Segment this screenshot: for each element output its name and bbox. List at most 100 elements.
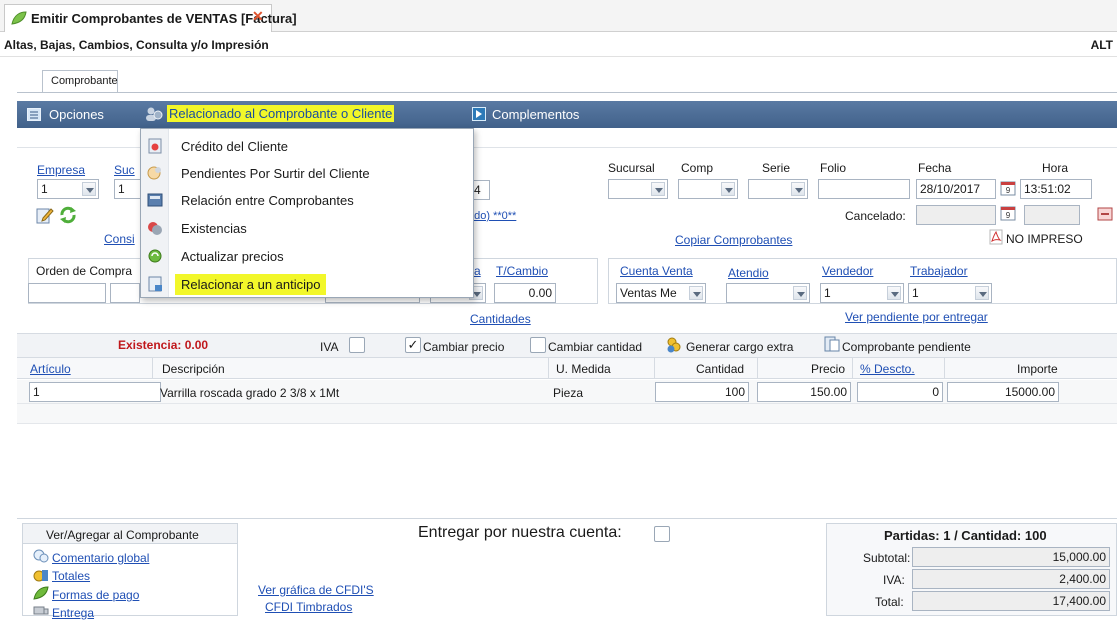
menu-item-anticipo[interactable]: Relacionar a un anticipo: [141, 271, 473, 297]
menu-item-existencias[interactable]: Existencias: [141, 215, 473, 241]
serie-select[interactable]: [748, 179, 808, 199]
chevron-down-icon[interactable]: [721, 182, 735, 196]
chevron-down-icon[interactable]: [651, 182, 665, 196]
chevron-down-icon[interactable]: [791, 182, 805, 196]
chevron-down-icon[interactable]: [887, 286, 901, 300]
cfdi-timbrados-link[interactable]: CFDI Timbrados: [265, 600, 352, 614]
row-descuento[interactable]: 0: [857, 382, 943, 402]
complementos-menu[interactable]: Complementos: [492, 107, 579, 122]
sucursal-short-value: 1: [118, 182, 125, 196]
sucursal-short-label[interactable]: Suc: [114, 163, 135, 177]
orden-input-1[interactable]: [28, 283, 106, 303]
col-articulo[interactable]: Artículo: [30, 362, 71, 376]
row-cantidad[interactable]: 100: [655, 382, 749, 402]
cancelado-label: Cancelado:: [845, 209, 906, 223]
iva-total-label: IVA:: [883, 573, 905, 587]
menu-item-credito[interactable]: Crédito del Cliente: [141, 133, 473, 159]
menu-item-pendientes[interactable]: Pendientes Por Surtir del Cliente: [141, 160, 473, 186]
formas-pago-link[interactable]: Formas de pago: [52, 588, 139, 602]
delivery-icon: [33, 606, 49, 615]
row-cantidad-value: 100: [724, 385, 745, 399]
generar-cargo-link[interactable]: Generar cargo extra: [686, 340, 793, 354]
calendar-icon[interactable]: 9: [1000, 205, 1016, 221]
window-tab[interactable]: Emitir Comprobantes de VENTAS [Factura] …: [4, 4, 297, 32]
a-label[interactable]: a: [474, 264, 481, 278]
col-divider: [548, 358, 549, 378]
vendedor-select[interactable]: 1: [820, 283, 904, 303]
tcambio-label[interactable]: T/Cambio: [496, 264, 548, 278]
total-value: 17,400.00: [1052, 594, 1106, 608]
close-icon[interactable]: ✕: [252, 8, 264, 25]
menu-item-actualizar[interactable]: Actualizar precios: [141, 243, 473, 269]
calendar-icon[interactable]: 9: [1000, 180, 1016, 196]
tab-comprobante[interactable]: Comprobante: [42, 70, 118, 92]
atendio-label[interactable]: Atendio: [728, 266, 769, 280]
orden-input-2[interactable]: [110, 283, 140, 303]
ver-grafica-link[interactable]: Ver gráfica de CFDI'S: [258, 583, 374, 597]
col-cantidad: Cantidad: [696, 362, 745, 376]
fecha-value: 28/10/2017: [920, 182, 981, 196]
cambiar-cantidad-checkbox[interactable]: [530, 337, 546, 353]
entrega-link[interactable]: Entrega: [52, 606, 94, 620]
ver-pendiente-link[interactable]: Ver pendiente por entregar: [845, 310, 988, 324]
mode-label: ALT: [1090, 38, 1113, 52]
tcambio-input[interactable]: 0.00: [494, 283, 556, 303]
row-importe[interactable]: 15000.00: [947, 382, 1059, 402]
folio-input[interactable]: [818, 179, 910, 199]
folio-label: Folio: [820, 161, 847, 175]
relacionado-menu[interactable]: Relacionado al Comprobante o Cliente: [167, 105, 395, 122]
chevron-down-icon[interactable]: [689, 286, 703, 300]
trabajador-label[interactable]: Trabajador: [910, 264, 968, 278]
tcambio-value: 0.00: [528, 286, 552, 300]
vendedor-label[interactable]: Vendedor: [822, 264, 873, 278]
subtotal-value: 15,000.00: [1052, 550, 1106, 564]
total-value-box: 17,400.00: [912, 591, 1110, 611]
entregar-checkbox[interactable]: [654, 526, 670, 542]
chevron-down-icon[interactable]: [82, 182, 96, 196]
status-link[interactable]: ado) **0**: [468, 210, 516, 222]
col-divider: [757, 358, 758, 378]
iva-value: 2,400.00: [1059, 572, 1106, 586]
row-precio[interactable]: 150.00: [757, 382, 851, 402]
cancel-doc-icon[interactable]: [1097, 207, 1113, 221]
iva-checkbox[interactable]: [349, 337, 365, 353]
copiar-comprobantes-link[interactable]: Copiar Comprobantes: [675, 233, 792, 247]
comprobante-pendiente-link[interactable]: Comprobante pendiente: [842, 340, 971, 354]
cantidades-link[interactable]: Cantidades: [470, 312, 531, 326]
cuenta-venta-label[interactable]: Cuenta Venta: [620, 264, 693, 278]
empresa-value: 1: [41, 182, 48, 196]
hora-label: Hora: [1042, 161, 1069, 175]
cambiar-precio-checkbox[interactable]: ✓: [405, 337, 421, 353]
totales-link[interactable]: Totales: [52, 569, 90, 583]
cuenta-venta-select[interactable]: Ventas Me: [616, 283, 706, 303]
edit-icon[interactable]: [36, 206, 54, 224]
sucursal-select[interactable]: [608, 179, 668, 199]
table-body: [17, 404, 1117, 424]
menu-item-label: Relacionar a un anticipo: [175, 274, 327, 295]
empresa-select[interactable]: 1: [37, 179, 99, 199]
row-descripcion: Varrilla roscada grado 2 3/8 x 1Mt: [160, 386, 340, 400]
comp-select[interactable]: [678, 179, 738, 199]
row-articulo[interactable]: 1: [29, 382, 161, 402]
opciones-menu[interactable]: Opciones: [49, 107, 104, 122]
col-descuento[interactable]: % Descto.: [860, 362, 915, 376]
table-row[interactable]: 1 Varrilla roscada grado 2 3/8 x 1Mt Pie…: [17, 380, 1117, 404]
fecha-input[interactable]: 28/10/2017: [916, 179, 996, 199]
row-importe-value: 15000.00: [1004, 385, 1055, 399]
pending-icon: [147, 166, 161, 180]
chevron-down-icon[interactable]: [975, 286, 989, 300]
empresa-label[interactable]: Empresa: [37, 163, 85, 177]
menu-item-relacion[interactable]: Relación entre Comprobantes: [141, 187, 473, 213]
menu-item-label: Relación entre Comprobantes: [181, 193, 354, 208]
update-prices-icon: [148, 249, 162, 263]
consig-link[interactable]: Consi: [104, 232, 135, 246]
hora-input[interactable]: 13:51:02: [1020, 179, 1092, 199]
vendedor-value: 1: [824, 286, 831, 300]
chevron-down-icon[interactable]: [793, 286, 807, 300]
menu-item-label: Actualizar precios: [181, 249, 284, 264]
atendio-select[interactable]: [726, 283, 810, 303]
hora-value: 13:51:02: [1024, 182, 1071, 196]
comentario-global-link[interactable]: Comentario global: [52, 551, 149, 565]
trabajador-select[interactable]: 1: [908, 283, 992, 303]
refresh-icon[interactable]: [58, 205, 78, 225]
